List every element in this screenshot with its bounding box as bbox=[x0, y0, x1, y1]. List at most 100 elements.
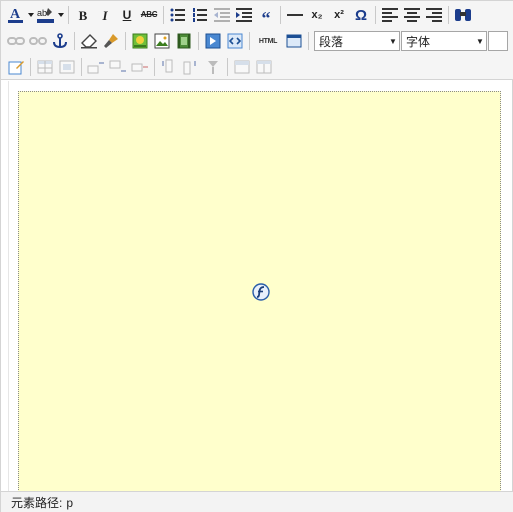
split-cells-icon bbox=[256, 60, 272, 74]
merge-cells-icon bbox=[234, 60, 250, 74]
indent-button[interactable] bbox=[233, 4, 255, 26]
toolbar-row-2: HTML 段落 ▼ 字体 ▼ bbox=[5, 29, 508, 53]
flash-placeholder-icon[interactable] bbox=[252, 283, 270, 301]
font-family-value: 字体 bbox=[406, 34, 431, 49]
outdent-button[interactable] bbox=[211, 4, 233, 26]
font-color-dropdown[interactable] bbox=[27, 4, 35, 26]
chevron-down-icon: ▼ bbox=[387, 32, 399, 50]
element-path-value[interactable]: p bbox=[66, 496, 73, 510]
subscript-label: x₂ bbox=[311, 8, 323, 21]
outdent-icon bbox=[214, 8, 230, 22]
unlink-icon bbox=[29, 37, 47, 45]
toolbar-separator bbox=[249, 32, 250, 50]
flash-media-icon bbox=[205, 33, 221, 49]
horizontal-rule-button[interactable] bbox=[284, 4, 306, 26]
highlight-color-icon: ab bbox=[37, 8, 54, 23]
anchor-button[interactable] bbox=[49, 30, 71, 52]
align-left-button[interactable] bbox=[379, 4, 401, 26]
insert-column-before-button[interactable] bbox=[158, 56, 180, 78]
insert-row-icon bbox=[87, 62, 104, 74]
toolbar-separator bbox=[68, 6, 69, 24]
toolbar-separator bbox=[154, 58, 155, 76]
find-replace-button[interactable] bbox=[452, 4, 474, 26]
unlink-button[interactable] bbox=[27, 30, 49, 52]
brush-icon bbox=[104, 34, 118, 48]
anchor-icon bbox=[53, 33, 67, 49]
cell-properties-button[interactable] bbox=[56, 56, 78, 78]
align-center-button[interactable] bbox=[401, 4, 423, 26]
toolbar-separator bbox=[227, 58, 228, 76]
svg-text:ab: ab bbox=[37, 8, 47, 18]
strikethrough-button[interactable]: ABC bbox=[138, 4, 160, 26]
font-size-select[interactable] bbox=[488, 31, 508, 51]
editor-left-gutter bbox=[1, 81, 9, 491]
format-painter-button[interactable] bbox=[100, 30, 122, 52]
toolbar-separator bbox=[30, 58, 31, 76]
special-characters-button[interactable]: Ω bbox=[350, 4, 372, 26]
italic-button[interactable]: I bbox=[94, 4, 116, 26]
html-source-label: HTML bbox=[258, 37, 278, 45]
rich-text-editor: A ab B I U ABC “ x₂ x² Ω HTML 段落 ▼ 字体 ▼ … bbox=[0, 0, 513, 512]
highlight-color-button[interactable]: ab bbox=[35, 4, 57, 26]
merge-cells-button[interactable] bbox=[231, 56, 253, 78]
toolbar-separator bbox=[448, 6, 449, 24]
insert-video-button[interactable] bbox=[173, 30, 195, 52]
blockquote-icon: “ bbox=[261, 8, 271, 28]
align-left-icon bbox=[382, 8, 398, 22]
superscript-button[interactable]: x² bbox=[328, 4, 350, 26]
indent-icon bbox=[236, 8, 252, 22]
underline-button[interactable]: U bbox=[116, 4, 138, 26]
font-color-icon: A bbox=[8, 7, 23, 23]
font-color-button[interactable]: A bbox=[5, 4, 27, 26]
align-right-button[interactable] bbox=[423, 4, 445, 26]
toolbar-separator bbox=[81, 58, 82, 76]
element-path-statusbar: 元素路径: p bbox=[1, 491, 513, 512]
toolbar-separator bbox=[198, 32, 199, 50]
paragraph-format-value: 段落 bbox=[319, 34, 344, 49]
emoticon-button[interactable] bbox=[129, 30, 151, 52]
chevron-down-icon bbox=[58, 13, 64, 17]
binoculars-icon bbox=[455, 9, 471, 21]
toolbar-row-3 bbox=[5, 55, 275, 79]
subscript-button[interactable]: x₂ bbox=[306, 4, 328, 26]
split-cells-button[interactable] bbox=[253, 56, 275, 78]
insert-row-before-button[interactable] bbox=[85, 56, 107, 78]
numbered-list-button[interactable] bbox=[189, 4, 211, 26]
align-right-icon bbox=[426, 8, 442, 22]
editor-content-area[interactable] bbox=[18, 91, 501, 496]
insert-column-icon bbox=[183, 61, 196, 75]
eraser-icon bbox=[81, 34, 97, 49]
image-icon bbox=[154, 33, 170, 49]
blockquote-button[interactable]: “ bbox=[255, 4, 277, 28]
paragraph-format-select[interactable]: 段落 ▼ bbox=[314, 31, 400, 51]
highlight-color-dropdown[interactable] bbox=[57, 4, 65, 26]
edit-icon bbox=[8, 61, 24, 75]
toolbar-row-1: A ab B I U ABC “ x₂ x² Ω bbox=[5, 3, 474, 27]
bulleted-list-button[interactable] bbox=[167, 4, 189, 26]
chevron-down-icon: ▼ bbox=[474, 32, 486, 50]
element-path-label: 元素路径: bbox=[11, 496, 63, 510]
remove-format-button[interactable] bbox=[78, 30, 100, 52]
toolbar-separator bbox=[74, 32, 75, 50]
delete-column-button[interactable] bbox=[202, 56, 224, 78]
font-family-select[interactable]: 字体 ▼ bbox=[401, 31, 487, 51]
toolbar-separator bbox=[163, 6, 164, 24]
insert-row-after-button[interactable] bbox=[107, 56, 129, 78]
omega-icon: Ω bbox=[354, 6, 368, 24]
delete-row-icon bbox=[131, 63, 148, 72]
insert-row-icon bbox=[109, 60, 126, 72]
strikethrough-label: ABC bbox=[140, 10, 158, 19]
link-button[interactable] bbox=[5, 30, 27, 52]
insert-flash-button[interactable] bbox=[202, 30, 224, 52]
table-cell-icon bbox=[59, 60, 75, 74]
edit-table-button[interactable] bbox=[5, 56, 27, 78]
fullscreen-button[interactable] bbox=[283, 30, 305, 52]
bold-label: B bbox=[78, 7, 88, 23]
insert-column-after-button[interactable] bbox=[180, 56, 202, 78]
html-source-button[interactable]: HTML bbox=[253, 30, 283, 52]
bold-button[interactable]: B bbox=[72, 4, 94, 26]
table-properties-button[interactable] bbox=[34, 56, 56, 78]
insert-code-button[interactable] bbox=[224, 30, 246, 52]
delete-row-button[interactable] bbox=[129, 56, 151, 78]
insert-image-button[interactable] bbox=[151, 30, 173, 52]
